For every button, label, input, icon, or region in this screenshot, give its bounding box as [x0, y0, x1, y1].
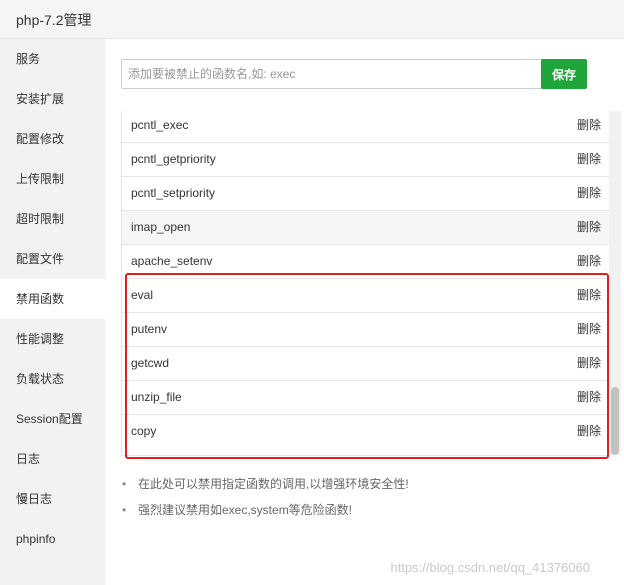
function-name: pcntl_setpriority: [131, 186, 216, 200]
window-title: php-7.2管理: [16, 12, 92, 28]
sidebar-item-log[interactable]: 日志: [0, 439, 106, 479]
delete-link[interactable]: 删除: [577, 143, 601, 176]
sidebar-item-config-file[interactable]: 配置文件: [0, 239, 106, 279]
table-row: putenv 删除: [122, 312, 609, 346]
delete-link[interactable]: 删除: [577, 415, 601, 448]
function-name: pcntl_getpriority: [131, 152, 216, 166]
function-name: putenv: [131, 322, 168, 336]
function-name: unzip_file: [131, 390, 182, 404]
tips-list: 在此处可以禁用指定函数的调用,以增强环境安全性! 强烈建议禁用如exec,sys…: [120, 471, 600, 523]
function-name: imap_open: [131, 220, 191, 234]
sidebar-item-upload-limit[interactable]: 上传限制: [0, 159, 106, 199]
sidebar-item-load-status[interactable]: 负载状态: [0, 359, 106, 399]
delete-link[interactable]: 删除: [577, 211, 601, 244]
disabled-functions-list: pcntl_exec 删除 pcntl_getpriority 删除 pcntl…: [121, 111, 610, 456]
sidebar-item-config-edit[interactable]: 配置修改: [0, 119, 106, 159]
function-name: copy: [131, 424, 157, 438]
function-name: apache_setenv: [131, 254, 213, 268]
delete-link[interactable]: 删除: [577, 245, 601, 278]
table-row: copy 删除: [122, 414, 609, 448]
delete-link[interactable]: 删除: [577, 347, 601, 380]
delete-link[interactable]: 删除: [577, 177, 601, 210]
sidebar-item-timeout-limit[interactable]: 超时限制: [0, 199, 106, 239]
delete-link[interactable]: 删除: [577, 279, 601, 312]
sidebar-item-install-extension[interactable]: 安装扩展: [0, 79, 106, 119]
sidebar-item-slow-log[interactable]: 慢日志: [0, 479, 106, 519]
delete-link[interactable]: 删除: [577, 313, 601, 346]
delete-link[interactable]: 删除: [577, 381, 601, 414]
table-row: unzip_file 删除: [122, 380, 609, 414]
watermark: https://blog.csdn.net/qq_41376060: [390, 560, 591, 575]
table-row: apache_setenv 删除: [122, 244, 609, 278]
save-button[interactable]: 保存: [541, 59, 587, 89]
table-row: getcwd 删除: [122, 346, 609, 380]
function-name-input[interactable]: [121, 59, 544, 89]
function-name: eval: [131, 288, 154, 302]
scrollbar-thumb[interactable]: [611, 387, 619, 455]
sidebar-item-session-config[interactable]: Session配置: [0, 399, 106, 439]
list-scrollbar[interactable]: [609, 111, 621, 455]
sidebar-item-phpinfo[interactable]: phpinfo: [0, 519, 106, 559]
tip-item: 在此处可以禁用指定函数的调用,以增强环境安全性!: [120, 471, 600, 497]
sidebar-item-performance[interactable]: 性能调整: [0, 319, 106, 359]
delete-link[interactable]: 删除: [577, 111, 601, 142]
function-name: pcntl_exec: [131, 118, 189, 132]
table-row: pcntl_setpriority 删除: [122, 176, 609, 210]
table-row: pcntl_getpriority 删除: [122, 142, 609, 176]
table-row: imap_open 删除: [122, 210, 609, 244]
main-content: 保存 pcntl_exec 删除 pcntl_getpriority 删除 pc…: [106, 39, 624, 585]
table-row: eval 删除: [122, 278, 609, 312]
tip-item: 强烈建议禁用如exec,system等危险函数!: [120, 497, 600, 523]
sidebar: 服务 安装扩展 配置修改 上传限制 超时限制 配置文件 禁用函数 性能调整 负载…: [0, 39, 106, 585]
table-row: pcntl_exec 删除: [122, 111, 609, 142]
function-name: getcwd: [131, 356, 170, 370]
sidebar-item-service[interactable]: 服务: [0, 39, 106, 79]
sidebar-item-disabled-functions[interactable]: 禁用函数: [0, 279, 106, 319]
window-titlebar: php-7.2管理: [0, 0, 624, 39]
